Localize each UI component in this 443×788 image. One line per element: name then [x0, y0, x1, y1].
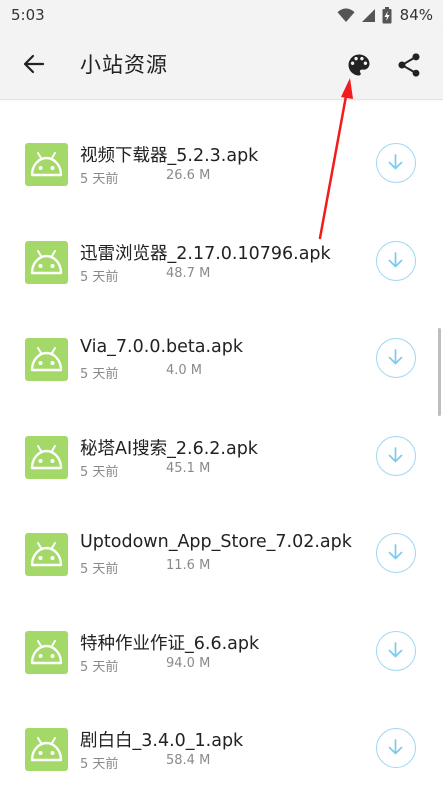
file-name: 视频下载器_5.2.3.apk	[80, 146, 259, 166]
file-date: 5 天前	[80, 659, 119, 675]
file-size: 45.1 M	[166, 460, 211, 476]
screen: 5:03 84% 小站资源 视频下载器_5.2.3.apk 5 天前 26.6 …	[0, 0, 443, 788]
file-date: 5 天前	[80, 269, 119, 285]
file-name: 特种作业作证_6.6.apk	[80, 633, 260, 654]
android-icon	[30, 444, 63, 469]
list-item[interactable]: 迅雷浏览器_2.17.0.10796.apk 5 天前 48.7 M	[0, 197, 443, 294]
download-icon	[388, 544, 403, 560]
arrow-back-icon	[23, 54, 45, 74]
file-date: 5 天前	[80, 464, 119, 480]
back-button[interactable]	[20, 50, 48, 78]
file-name: 迅雷浏览器_2.17.0.10796.apk	[80, 243, 331, 264]
status-icons: 84%	[337, 6, 433, 24]
download-button[interactable]	[376, 435, 416, 476]
file-date: 5 天前	[80, 367, 119, 382]
list-item[interactable]: 秘塔AI搜索_2.6.2.apk 5 天前 45.1 M	[0, 392, 443, 489]
page-title: 小站资源	[80, 53, 168, 77]
download-icon	[388, 739, 403, 755]
battery-icon	[382, 6, 392, 23]
app-bar: 小站资源	[0, 30, 443, 100]
battery-percent: 84%	[399, 6, 433, 24]
android-file-icon	[25, 728, 68, 771]
file-size: 48.7 M	[166, 265, 211, 281]
file-size: 58.4 M	[166, 753, 211, 768]
android-file-icon	[25, 338, 68, 381]
file-size: 94.0 M	[166, 655, 211, 671]
android-file-icon	[25, 533, 68, 576]
android-icon	[30, 542, 63, 567]
download-button[interactable]	[376, 630, 416, 671]
file-date: 5 天前	[80, 757, 119, 772]
list-item[interactable]: Via_7.0.0.beta.apk 5 天前 4.0 M	[0, 294, 443, 391]
list-item[interactable]: Uptodown_App_Store_7.02.apk 5 天前 11.6 M	[0, 489, 443, 586]
android-icon	[30, 639, 63, 664]
file-date: 5 天前	[80, 562, 119, 577]
signal-icon	[361, 8, 375, 22]
file-list: 视频下载器_5.2.3.apk 5 天前 26.6 M 迅雷浏览器_2.17.0…	[0, 99, 443, 788]
download-icon	[388, 641, 403, 657]
android-file-icon	[25, 630, 68, 674]
android-icon	[30, 737, 63, 762]
file-date: 5 天前	[80, 172, 119, 187]
download-button[interactable]	[376, 533, 416, 573]
download-icon	[388, 251, 403, 267]
download-icon	[388, 446, 403, 462]
android-icon	[30, 347, 63, 372]
theme-palette-button[interactable]	[345, 51, 373, 79]
android-file-icon	[25, 435, 68, 479]
status-time: 5:03	[11, 6, 45, 24]
download-icon	[388, 349, 403, 365]
download-button[interactable]	[376, 728, 416, 768]
file-name: Via_7.0.0.beta.apk	[80, 337, 244, 357]
download-button[interactable]	[376, 338, 416, 378]
file-size: 26.6 M	[166, 168, 211, 183]
android-icon	[30, 249, 63, 274]
palette-icon	[348, 54, 370, 76]
file-name: Uptodown_App_Store_7.02.apk	[80, 532, 352, 552]
download-button[interactable]	[376, 240, 416, 281]
file-name: 剧白白_3.4.0_1.apk	[80, 731, 244, 751]
file-size: 4.0 M	[166, 363, 203, 378]
file-name: 秘塔AI搜索_2.6.2.apk	[80, 438, 258, 459]
android-icon	[30, 152, 63, 177]
wifi-icon	[337, 7, 355, 22]
download-icon	[388, 154, 403, 170]
android-file-icon	[25, 143, 68, 186]
file-size: 11.6 M	[166, 558, 211, 573]
download-button[interactable]	[376, 143, 416, 183]
list-item[interactable]: 剧白白_3.4.0_1.apk 5 天前 58.4 M	[0, 684, 443, 781]
android-file-icon	[25, 240, 68, 284]
list-item[interactable]: 特种作业作证_6.6.apk 5 天前 94.0 M	[0, 587, 443, 684]
share-icon	[398, 53, 420, 77]
share-button[interactable]	[395, 51, 423, 79]
scrollbar-thumb[interactable]	[438, 328, 441, 416]
status-bar: 5:03 84%	[0, 0, 443, 30]
list-item[interactable]: 视频下载器_5.2.3.apk 5 天前 26.6 M	[0, 99, 443, 196]
